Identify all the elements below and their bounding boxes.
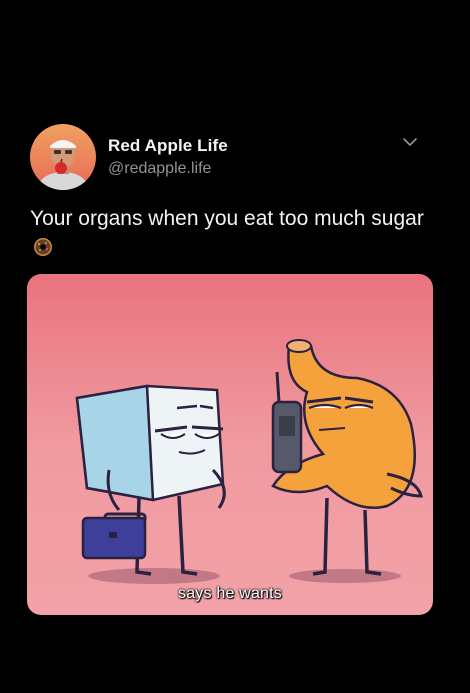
sugar-shadow [88,568,220,584]
chevron-down-icon[interactable] [400,132,420,152]
tweet-page: Red Apple Life @redapple.life Your organ… [0,0,470,693]
tweet-text: Your organs when you eat too much sugar [30,207,424,230]
tweet-text-block: Your organs when you eat too much sugar [30,204,430,262]
avatar[interactable] [30,124,96,190]
donut-icon [33,236,53,256]
author-display-name[interactable]: Red Apple Life [108,136,228,156]
sugar-cube-character [75,384,226,576]
tweet-header: Red Apple Life @redapple.life [30,124,440,194]
cartoon-scene [75,339,423,584]
stomach-shadow [289,569,401,583]
stomach-character [271,339,423,576]
walkie-talkie [271,400,303,474]
video-caption: says he wants [178,585,282,602]
tweet-media-video[interactable]: says he wants [27,274,433,615]
author-handle[interactable]: @redapple.life [108,160,211,178]
profile-photo-icon [30,124,96,190]
